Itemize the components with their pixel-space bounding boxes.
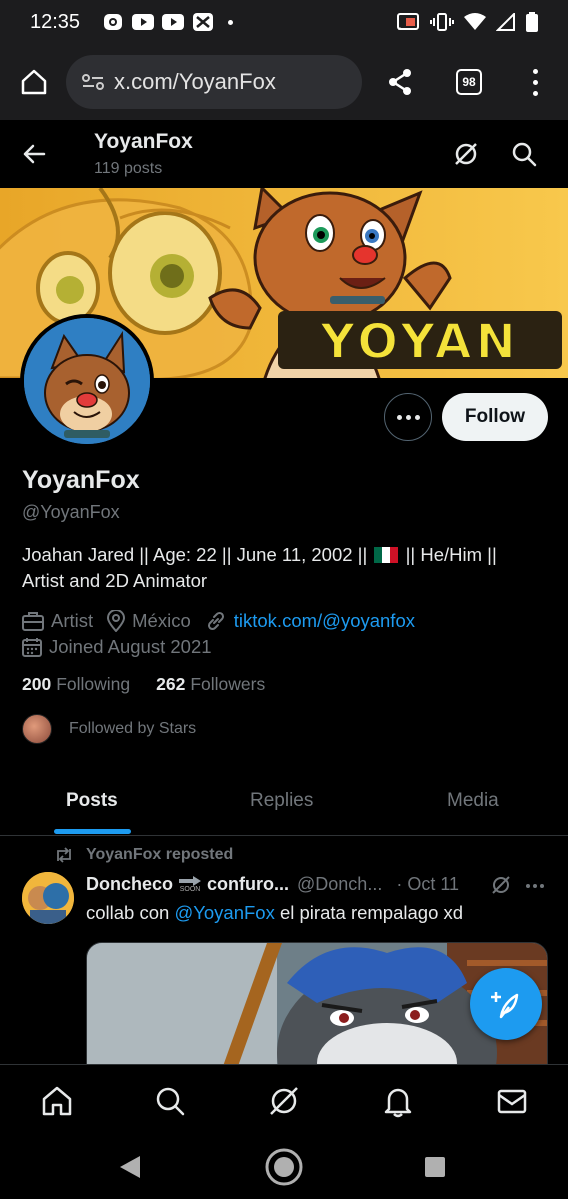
browser-menu-icon[interactable] <box>520 60 550 104</box>
mexico-flag-icon <box>374 547 399 563</box>
followed-by-row[interactable]: Followed by Stars <box>22 714 196 744</box>
youtube-notification-icon-2 <box>162 13 185 31</box>
profile-top-bar: YoyanFox 119 posts <box>0 122 568 188</box>
tweet-author-handle[interactable]: @Donch... <box>297 874 382 895</box>
nav-notifications-icon[interactable] <box>381 1084 415 1118</box>
compose-post-button[interactable] <box>470 968 542 1040</box>
following-count-link[interactable]: 200 Following <box>22 674 130 695</box>
repost-indicator: YoyanFox reposted <box>54 846 233 864</box>
nav-grok-icon[interactable] <box>267 1084 301 1118</box>
calendar-icon <box>22 638 42 657</box>
notification-app-icon <box>102 13 124 31</box>
profile-tabs: Posts Replies Media <box>0 770 568 836</box>
followers-count-link[interactable]: 262 Followers <box>156 674 265 695</box>
profile-joined-date: Joined August 2021 <box>22 636 212 658</box>
tweet-date[interactable]: · Oct 11 <box>396 874 459 895</box>
follow-counts: 200 Following 262 Followers <box>22 674 291 695</box>
more-notifications-dot <box>228 19 234 25</box>
briefcase-icon <box>22 612 44 631</box>
system-back-icon[interactable] <box>118 1154 142 1180</box>
profile-display-name: YoyanFox <box>22 466 140 494</box>
tab-switcher-button[interactable]: 98 <box>456 69 482 95</box>
status-time: 12:35 <box>30 10 81 33</box>
back-arrow-icon[interactable] <box>20 140 48 168</box>
header-post-count: 119 posts <box>94 160 163 177</box>
profile-bio: Joahan Jared || Age: 22 || June 11, 2002… <box>22 542 552 594</box>
search-icon[interactable] <box>510 140 538 168</box>
home-icon[interactable] <box>12 60 56 104</box>
tweet-header: Doncheco SOON confuro... @Donch... · Oct… <box>86 874 556 895</box>
more-options-button[interactable] <box>384 393 432 441</box>
status-bar: 12:35 <box>0 0 568 44</box>
address-bar[interactable]: x.com/YoyanFox <box>66 55 362 109</box>
tweet-text: collab con @YoyanFox el pirata rempalago… <box>86 902 464 923</box>
active-tab-indicator <box>54 829 131 834</box>
follow-button[interactable]: Follow <box>442 393 548 441</box>
bio-text-2: || He/Him || <box>405 544 497 565</box>
tab-posts[interactable]: Posts <box>66 790 118 812</box>
nav-search-icon[interactable] <box>153 1084 187 1118</box>
share-icon[interactable] <box>378 60 422 104</box>
tweet-more-icon[interactable] <box>526 884 544 888</box>
vibrate-icon <box>430 12 454 32</box>
tweet-mention-link[interactable]: @YoyanFox <box>174 902 274 923</box>
grok-icon[interactable] <box>452 140 480 168</box>
profile-avatar[interactable] <box>20 314 154 448</box>
profile-handle: @YoyanFox <box>22 502 120 522</box>
signal-icon <box>496 13 516 31</box>
nav-messages-icon[interactable] <box>495 1084 529 1118</box>
compose-feather-icon <box>491 992 519 1019</box>
profile-meta: Artist México tiktok.com/@yoyanfox Joine… <box>22 608 429 660</box>
browser-toolbar: x.com/YoyanFox 98 <box>0 44 568 120</box>
header-profile-name: YoyanFox <box>94 130 193 153</box>
youtube-notification-icon <box>132 13 155 31</box>
system-navigation-bar <box>0 1136 568 1199</box>
svg-text:YOYAN: YOYAN <box>319 314 520 370</box>
site-settings-icon[interactable] <box>82 73 104 91</box>
profile-website-link[interactable]: tiktok.com/@yoyanfox <box>205 610 415 632</box>
link-icon <box>207 611 224 631</box>
location-pin-icon <box>107 610 126 632</box>
bottom-navigation <box>0 1064 568 1136</box>
tweet-author-name[interactable]: Doncheco <box>86 874 173 895</box>
profile-location: México <box>107 610 191 632</box>
url-text: x.com/YoyanFox <box>114 69 276 94</box>
capcut-notification-icon <box>192 13 214 31</box>
system-home-icon[interactable] <box>264 1147 304 1187</box>
mutual-follower-avatar <box>22 714 52 744</box>
bio-text-1: Joahan Jared || Age: 22 || June 11, 2002… <box>22 544 368 565</box>
soon-badge: SOON <box>179 875 202 894</box>
tweet-author-avatar[interactable] <box>22 872 74 924</box>
tweet-author-name-2[interactable]: confuro... <box>207 874 289 895</box>
tab-replies[interactable]: Replies <box>250 790 313 812</box>
cast-icon <box>396 12 420 32</box>
profile-category: Artist <box>22 610 93 632</box>
wifi-icon <box>464 13 486 31</box>
tab-media[interactable]: Media <box>447 790 499 812</box>
system-recents-icon[interactable] <box>424 1156 446 1178</box>
banner-logo-text: YOYAN <box>278 311 562 371</box>
battery-icon <box>526 12 538 32</box>
tweet-grok-icon[interactable] <box>490 874 512 896</box>
repost-icon <box>57 847 71 863</box>
nav-home-icon[interactable] <box>40 1084 74 1118</box>
bio-text-3: Artist and 2D Animator <box>22 570 208 591</box>
